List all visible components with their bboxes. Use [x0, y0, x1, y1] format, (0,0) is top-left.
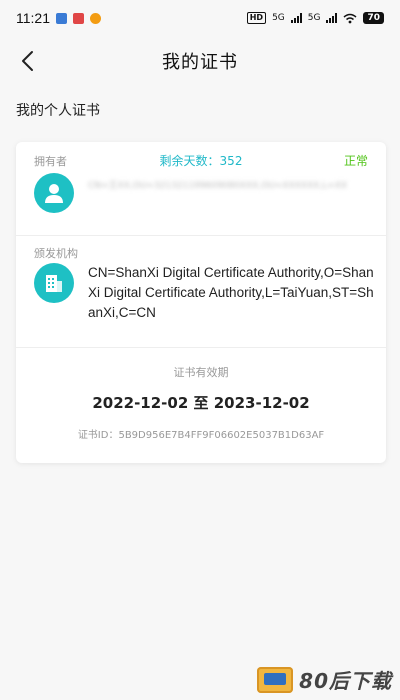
signal-icon [326, 13, 338, 23]
validity-range: 2022-12-02 至 2023-12-02 [92, 394, 310, 412]
status-badge: 正常 [343, 154, 368, 168]
status-left: 11:21 [16, 10, 101, 26]
watermark: 80后下载 [257, 665, 392, 694]
app-notification-icon [56, 12, 67, 24]
chevron-left-icon [22, 51, 33, 71]
certificate-card[interactable]: 拥有者 剩余天数：352 正常 CN=王XX,OU=32132119960908… [16, 142, 386, 463]
certificate-id: 证书ID：5B9D956E7B4FF9F06602E5037B1D63AF [77, 430, 325, 441]
header: 我的证书 [0, 36, 400, 86]
status-time: 11:21 [16, 10, 50, 26]
section-title: 我的个人证书 [16, 103, 100, 119]
page-title: 我的证书 [162, 52, 238, 73]
signal-icon [290, 13, 302, 23]
status-right: HD 5G 5G 70 [246, 12, 384, 24]
issuer-value: CN=ShanXi Digital Certificate Authority,… [88, 265, 374, 320]
remaining-days: 剩余天数：352 [159, 154, 243, 168]
status-bar: 11:21 HD 5G 5G 70 [0, 0, 400, 36]
issuer-row: 颁发机构 CN=ShanXi Digital Certificate Autho… [16, 235, 386, 348]
battery-icon: 70 [363, 12, 384, 24]
wifi-icon [343, 13, 357, 23]
owner-row: 拥有者 剩余天数：352 正常 CN=王XX,OU=32132119960908… [16, 142, 386, 236]
validity-row: 证书有效期 2022-12-02 至 2023-12-02 证书ID：5B9D9… [16, 348, 386, 463]
issuer-label: 颁发机构 [34, 247, 78, 260]
watermark-logo-icon [257, 666, 294, 693]
validity-label: 证书有效期 [173, 366, 229, 379]
watermark-text: 80后下载 [299, 669, 392, 693]
signal-label: 5G [272, 13, 285, 23]
weibo-icon [90, 12, 101, 24]
signal-label: 5G [307, 13, 321, 23]
user-icon [34, 173, 74, 213]
back-button[interactable] [12, 46, 42, 76]
building-icon [34, 263, 74, 303]
hd-badge: HD [246, 12, 267, 24]
owner-value: CN=王XX,OU=321321199609080XXX,OU=XXXXXX,L… [88, 181, 348, 191]
app-notification-icon [73, 12, 84, 24]
